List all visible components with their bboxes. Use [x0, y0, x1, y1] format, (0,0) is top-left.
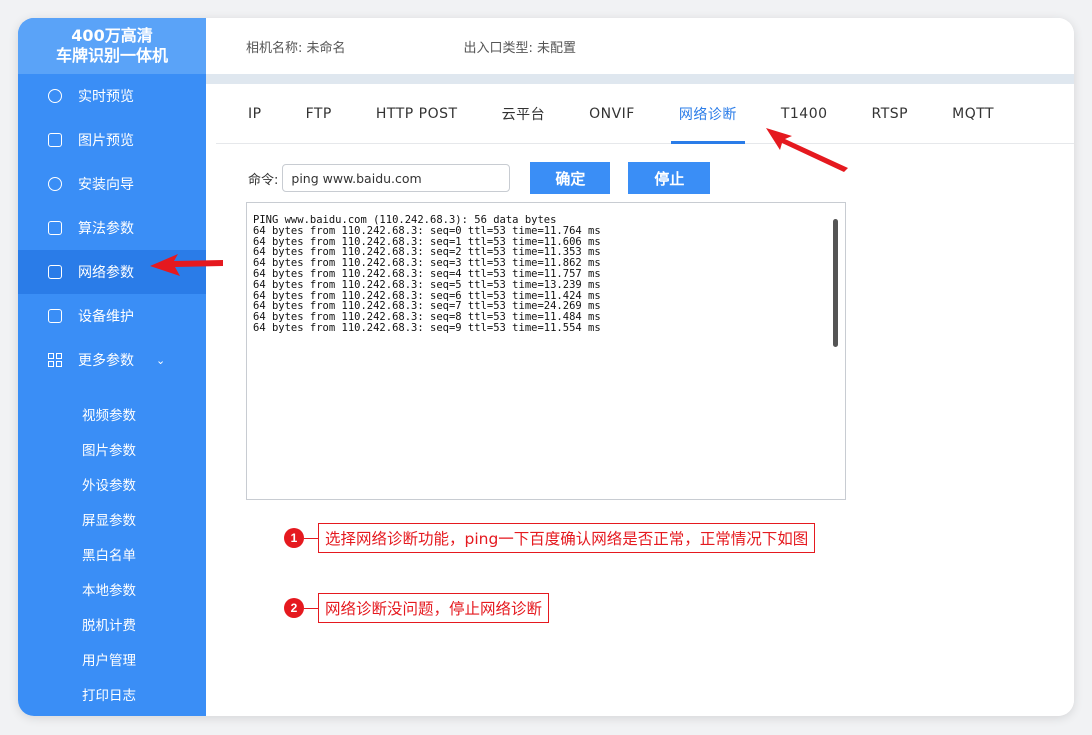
annotation-badge: 2: [284, 598, 304, 618]
console-line: 64 bytes from 110.242.68.3: seq=9 ttl=53…: [253, 321, 601, 334]
sub-nav-image-params[interactable]: 图片参数: [18, 431, 206, 466]
sidebar-item-more-params[interactable]: 更多参数 ⌄: [18, 338, 206, 382]
chevron-down-icon: ⌄: [156, 353, 166, 367]
top-header: 相机名称: 未命名 出入口类型: 未配置: [206, 18, 1074, 74]
grid-icon: [48, 353, 62, 367]
sub-nav-peripheral-params[interactable]: 外设参数: [18, 466, 206, 501]
sidebar-item-label: 实时预览: [78, 89, 134, 105]
sub-nav-display-params[interactable]: 屏显参数: [18, 501, 206, 536]
command-label: 命令:: [248, 172, 279, 188]
sub-nav-local-params[interactable]: 本地参数: [18, 571, 206, 606]
tab-http-post[interactable]: HTTP POST: [376, 84, 458, 144]
sidebar-item-label: 设备维护: [78, 309, 134, 325]
monitor-icon: [48, 309, 62, 323]
sidebar-item-label: 更多参数: [78, 353, 134, 369]
image-icon: [48, 133, 62, 147]
brand: 400万高清 车牌识别一体机: [18, 18, 206, 74]
annotation-text: 网络诊断没问题，停止网络诊断: [318, 593, 550, 623]
sidebar-item-algorithm-params[interactable]: 算法参数: [18, 206, 206, 250]
sidebar-item-device-maintenance[interactable]: 设备维护: [18, 294, 206, 338]
sub-nav-user-management[interactable]: 用户管理: [18, 641, 206, 676]
sidebar-item-label: 算法参数: [78, 221, 134, 237]
console-scrollbar[interactable]: [833, 219, 838, 347]
edit-icon: [48, 221, 62, 235]
network-icon: [48, 265, 62, 279]
command-row: 命令: 确定 停止: [248, 162, 711, 194]
tab-cloud-platform[interactable]: 云平台: [502, 84, 546, 144]
stop-button[interactable]: 停止: [628, 162, 711, 194]
sub-nav-blacklist-whitelist[interactable]: 黑白名单: [18, 536, 206, 571]
sub-nav-print-log[interactable]: 打印日志: [18, 676, 206, 711]
console-output: PING www.baidu.com (110.242.68.3): 56 da…: [246, 202, 846, 500]
annotation-text: 选择网络诊断功能，ping一下百度确认网络是否正常，正常情况下如图: [318, 523, 816, 553]
sidebar-item-image-preview[interactable]: 图片预览: [18, 118, 206, 162]
tab-mqtt[interactable]: MQTT: [952, 84, 994, 144]
console-line: 64 bytes from 110.242.68.3: seq=5 ttl=53…: [253, 278, 601, 291]
tab-onvif[interactable]: ONVIF: [589, 84, 635, 144]
app-window: 400万高清 车牌识别一体机 实时预览 图片预览 安装向导 算法参数 网络参数 …: [18, 18, 1074, 716]
tab-ftp[interactable]: FTP: [306, 84, 332, 144]
sub-nav-offline-billing[interactable]: 脱机计费: [18, 606, 206, 641]
annotation-1: 1 选择网络诊断功能，ping一下百度确认网络是否正常，正常情况下如图: [284, 523, 816, 553]
tab-ip[interactable]: IP: [248, 84, 262, 144]
sub-nav: 视频参数 图片参数 外设参数 屏显参数 黑白名单 本地参数 脱机计费 用户管理 …: [18, 396, 206, 711]
brand-line2: 车牌识别一体机: [55, 46, 168, 65]
header-divider: [206, 74, 1074, 84]
sub-nav-video-params[interactable]: 视频参数: [18, 396, 206, 431]
confirm-button[interactable]: 确定: [530, 162, 611, 194]
annotation-leader: [304, 607, 318, 609]
refresh-icon: [48, 89, 62, 103]
sidebar-item-label: 图片预览: [78, 133, 134, 149]
command-input[interactable]: [282, 164, 511, 192]
sidebar-item-live-preview[interactable]: 实时预览: [18, 74, 206, 118]
camera-name: 相机名称: 未命名: [246, 40, 346, 56]
tab-network-diagnosis[interactable]: 网络诊断: [670, 84, 745, 144]
tab-t1400[interactable]: T1400: [781, 84, 828, 144]
annotation-leader: [304, 537, 318, 539]
annotation-badge: 1: [284, 528, 304, 548]
sidebar-item-label: 网络参数: [78, 265, 134, 281]
sidebar-item-install-wizard[interactable]: 安装向导: [18, 162, 206, 206]
console-line: 64 bytes from 110.242.68.3: seq=0 ttl=53…: [253, 224, 601, 237]
tab-bar: IP FTP HTTP POST 云平台 ONVIF 网络诊断 T1400 RT…: [216, 84, 1074, 144]
port-type: 出入口类型: 未配置: [463, 40, 577, 56]
tab-rtsp[interactable]: RTSP: [872, 84, 909, 144]
sidebar-item-network-params[interactable]: 网络参数: [18, 250, 206, 294]
brand-line1: 400万高清: [71, 26, 153, 45]
annotation-2: 2 网络诊断没问题，停止网络诊断: [284, 593, 550, 623]
sidebar: 400万高清 车牌识别一体机 实时预览 图片预览 安装向导 算法参数 网络参数 …: [18, 18, 206, 716]
wrench-icon: [48, 177, 62, 191]
sidebar-item-label: 安装向导: [78, 177, 134, 193]
